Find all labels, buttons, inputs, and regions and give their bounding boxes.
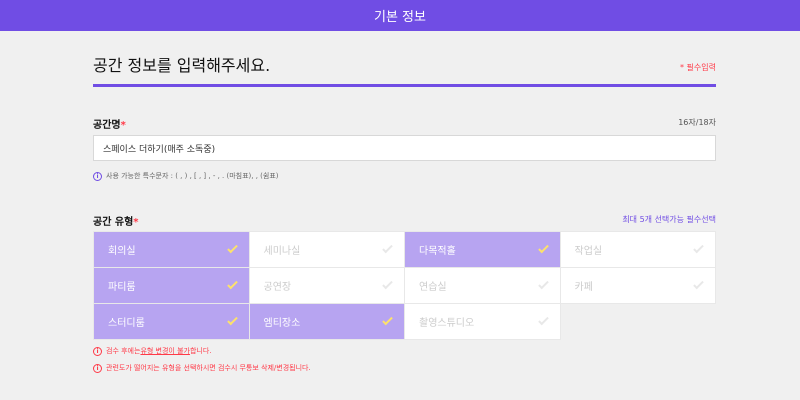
check-icon — [693, 278, 704, 289]
check-icon — [537, 314, 549, 325]
empty-grid-cell — [560, 304, 716, 340]
irrelevant-type-warning: i 관련도가 떨어지는 유형을 선택하시면 검수시 무통보 삭제/변경됩니다. — [93, 363, 311, 373]
check-icon — [226, 314, 238, 325]
special-char-hint: i 사용 가능한 특수문자 : ( , ) , [ , ] , - , . (마… — [93, 171, 279, 181]
space-type-option[interactable]: 촬영스튜디오 — [405, 304, 561, 340]
space-name-input[interactable] — [93, 135, 716, 161]
header-divider — [93, 84, 716, 87]
check-icon — [382, 314, 393, 325]
space-type-option[interactable]: 엠티장소 — [249, 304, 405, 340]
type-change-warning-emphasis: 유형 변경이 불가 — [140, 347, 190, 355]
top-bar: 기본 정보 — [0, 0, 800, 31]
required-star: * — [120, 120, 126, 131]
check-icon — [693, 242, 704, 253]
space-type-option[interactable]: 파티룸 — [94, 268, 250, 304]
space-type-option[interactable]: 회의실 — [94, 232, 250, 268]
space-type-grid: 회의실 세미나실 다목적홀 작업실 파티룸 공연장 연습실 카페 스터디룸 엠티… — [93, 231, 716, 340]
space-type-option[interactable]: 세미나실 — [249, 232, 405, 268]
space-type-option[interactable]: 스터디룸 — [94, 304, 250, 340]
required-star: * — [133, 217, 139, 228]
char-counter: 16자/18자 — [678, 118, 716, 127]
special-char-hint-text: 사용 가능한 특수문자 : ( , ) , [ , ] , - , . (마침표… — [106, 172, 279, 180]
section-header: 공간 정보를 입력해주세요. * 필수입력 — [93, 52, 716, 87]
alert-icon: i — [93, 346, 102, 356]
check-icon — [226, 242, 238, 253]
check-icon — [382, 278, 393, 289]
space-type-option[interactable]: 다목적홀 — [405, 232, 561, 268]
space-type-label: 공간 유형* — [93, 217, 139, 228]
space-name-label: 공간명* — [93, 120, 126, 131]
required-note: * 필수입력 — [680, 63, 716, 72]
type-change-warning: i 검수 후에는 유형 변경이 불가 합니다. — [93, 346, 212, 356]
space-type-option[interactable]: 작업실 — [560, 232, 716, 268]
space-type-option[interactable]: 공연장 — [249, 268, 405, 304]
alert-icon: i — [93, 363, 102, 373]
check-icon — [537, 242, 549, 253]
check-icon — [226, 278, 238, 289]
page-title: 공간 정보를 입력해주세요. — [93, 56, 271, 75]
check-icon — [382, 242, 393, 253]
top-bar-title: 기본 정보 — [374, 10, 426, 25]
selection-limit-note: 최대 5개 선택가능 필수선택 — [622, 215, 716, 224]
space-type-option[interactable]: 연습실 — [405, 268, 561, 304]
check-icon — [537, 278, 549, 289]
info-icon: i — [93, 171, 102, 181]
space-type-option[interactable]: 카페 — [560, 268, 716, 304]
